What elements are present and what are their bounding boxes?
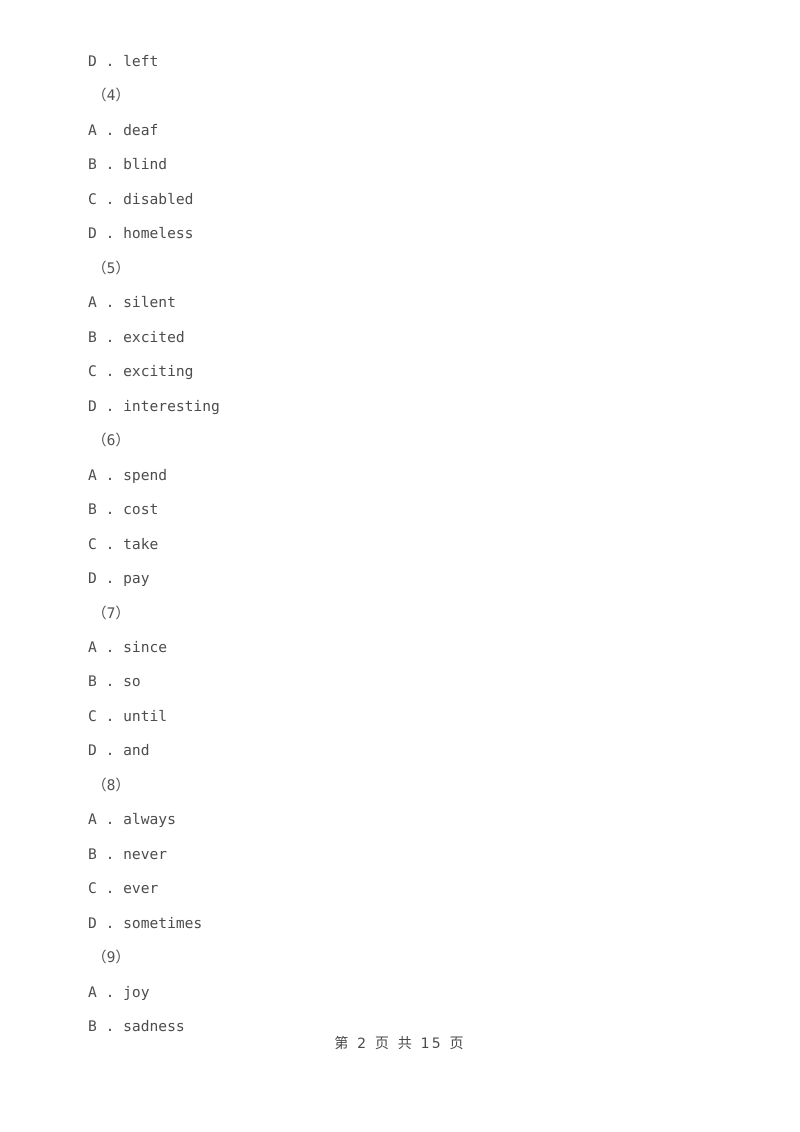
answer-option: B . never <box>88 845 168 863</box>
answer-option: A . joy <box>88 983 150 1001</box>
page-footer: 第 2 页 共 15 页 <box>334 1036 466 1052</box>
answer-option: D . interesting <box>88 397 220 415</box>
answer-option: B . excited <box>88 328 185 346</box>
answer-option: C . ever <box>88 880 159 898</box>
answer-option: D . left <box>88 53 159 70</box>
answer-option: A . spend <box>88 466 168 484</box>
answer-option: D . sometimes <box>88 914 203 932</box>
question-number: （9） <box>92 949 130 967</box>
question-number: （8） <box>92 776 130 794</box>
answer-option: A . always <box>88 811 176 829</box>
answer-option: C . exciting <box>88 363 194 381</box>
document-page: D . left （4） A . deaf B . blind C . disabled… <box>0 0 800 1132</box>
answer-option: B . so <box>88 673 141 691</box>
answer-option: D . and <box>88 742 150 760</box>
answer-option: B . blind <box>88 156 168 174</box>
question-number: （7） <box>92 604 130 622</box>
question-number: （6） <box>92 432 130 450</box>
page-ink-layer: D . left （4） A . deaf B . blind C . disabled… <box>0 0 800 1132</box>
answer-option: D . homeless <box>88 225 194 243</box>
answer-option: C . until <box>88 707 168 725</box>
answer-option: B . cost <box>88 501 159 519</box>
answer-option: A . silent <box>88 294 176 312</box>
answer-option: C . disabled <box>88 190 194 208</box>
answer-option: A . deaf <box>88 121 159 139</box>
question-number: （4） <box>92 87 130 105</box>
answer-option: A . since <box>88 638 168 656</box>
answer-option: D . pay <box>88 570 150 588</box>
question-number: （5） <box>92 259 130 277</box>
answer-option: C . take <box>88 535 159 553</box>
